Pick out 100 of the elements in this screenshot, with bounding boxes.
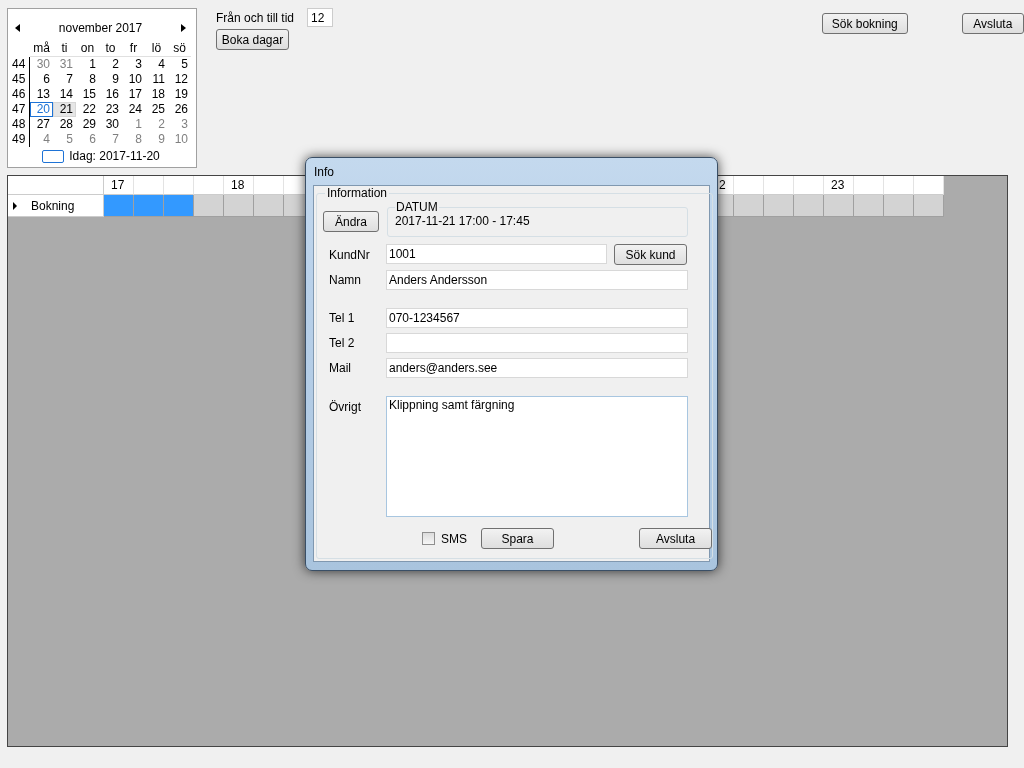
column-header <box>164 176 194 195</box>
row-pointer-icon <box>13 201 17 210</box>
previous-month-arrow-icon[interactable] <box>15 24 20 32</box>
calendar-day[interactable]: 7 <box>53 72 76 87</box>
week-number: 49 <box>12 132 30 147</box>
calendar-day[interactable]: 20 <box>30 102 53 117</box>
date-group-title: DATUM <box>395 200 439 214</box>
calendar-day[interactable]: 17 <box>122 87 145 102</box>
close-button[interactable]: Avsluta <box>639 528 712 549</box>
customer-number-field[interactable]: 1001 <box>386 244 607 264</box>
row-label: Bokning <box>31 198 75 213</box>
calendar-day[interactable]: 25 <box>145 102 168 117</box>
notes-field[interactable]: Klippning samt färgning <box>386 396 688 517</box>
book-days-button[interactable]: Boka dagar <box>216 29 289 50</box>
calendar-day[interactable]: 13 <box>30 87 53 102</box>
calendar-day[interactable]: 6 <box>30 72 53 87</box>
hour-header: 23 <box>824 176 854 195</box>
calendar-day[interactable]: 4 <box>145 57 168 72</box>
row-header[interactable]: Bokning <box>8 195 104 217</box>
time-range-field[interactable]: 12 <box>307 8 334 27</box>
week-number: 48 <box>12 117 30 132</box>
month-title: november 2017 <box>58 21 143 35</box>
calendar-day[interactable]: 7 <box>99 132 122 147</box>
week-number: 47 <box>12 102 30 117</box>
email-field[interactable]: anders@anders.see <box>386 358 688 378</box>
calendar-day[interactable]: 28 <box>53 117 76 132</box>
save-button[interactable]: Spara <box>481 528 554 549</box>
column-header <box>884 176 914 195</box>
week-number: 46 <box>12 87 30 102</box>
sms-label: SMS <box>441 531 467 546</box>
weekday-label: må <box>30 40 53 57</box>
calendar-day[interactable]: 16 <box>99 87 122 102</box>
next-month-arrow-icon[interactable] <box>181 24 186 32</box>
calendar-day[interactable]: 30 <box>99 117 122 132</box>
calendar-day[interactable]: 3 <box>168 117 191 132</box>
field-label: Tel 1 <box>329 311 356 325</box>
calendar-day[interactable]: 23 <box>99 102 122 117</box>
week-number: 44 <box>12 57 30 72</box>
calendar-day[interactable]: 9 <box>99 72 122 87</box>
weekday-label: sö <box>168 40 191 57</box>
calendar-day[interactable]: 1 <box>122 117 145 132</box>
calendar-day[interactable]: 8 <box>76 72 99 87</box>
date-value: 2017-11-21 17:00 - 17:45 <box>395 214 530 228</box>
time-range-label: Från och till tid <box>216 10 295 25</box>
calendar-day[interactable]: 5 <box>168 57 191 72</box>
column-header <box>914 176 944 195</box>
field-label: Mail <box>329 361 352 375</box>
weekday-label: lö <box>145 40 168 57</box>
column-header <box>194 176 224 195</box>
column-header <box>734 176 764 195</box>
sms-checkbox[interactable] <box>422 532 435 545</box>
field-label: Övrigt <box>329 399 362 414</box>
today-marker-icon <box>42 149 65 163</box>
field-label: KundNr <box>329 247 371 262</box>
calendar-day[interactable]: 22 <box>76 102 99 117</box>
column-header <box>794 176 824 195</box>
calendar-day[interactable]: 15 <box>76 87 99 102</box>
search-customer-button[interactable]: Sök kund <box>614 244 687 265</box>
calendar-day[interactable]: 6 <box>76 132 99 147</box>
calendar-day[interactable]: 18 <box>145 87 168 102</box>
dialog-title: Info <box>314 165 334 179</box>
column-header <box>854 176 884 195</box>
calendar-day[interactable]: 11 <box>145 72 168 87</box>
calendar-day[interactable]: 1 <box>76 57 99 72</box>
calendar-day[interactable]: 21 <box>53 102 76 117</box>
column-header <box>134 176 164 195</box>
phone-field[interactable]: 070-1234567 <box>386 308 688 328</box>
week-number: 45 <box>12 72 30 87</box>
calendar-day[interactable]: 29 <box>76 117 99 132</box>
calendar-day[interactable]: 2 <box>145 117 168 132</box>
calendar-day[interactable]: 31 <box>53 57 76 72</box>
calendar-day[interactable]: 2 <box>99 57 122 72</box>
edit-button[interactable]: Ändra <box>323 211 379 232</box>
calendar-day[interactable]: 4 <box>30 132 53 147</box>
field-label: Tel 2 <box>329 336 356 350</box>
calendar-day[interactable]: 3 <box>122 57 145 72</box>
calendar-day[interactable]: 5 <box>53 132 76 147</box>
hour-header: 18 <box>224 176 254 195</box>
calendar-day[interactable]: 14 <box>53 87 76 102</box>
calendar-day[interactable]: 10 <box>168 132 191 147</box>
calendar-day[interactable]: 19 <box>168 87 191 102</box>
calendar-day[interactable]: 12 <box>168 72 191 87</box>
group-title: Information <box>326 186 389 200</box>
calendar-day[interactable]: 24 <box>122 102 145 117</box>
phone-field[interactable] <box>386 333 688 353</box>
calendar-day[interactable]: 10 <box>122 72 145 87</box>
today-link[interactable]: Idag: 2017-11-20 <box>69 149 160 163</box>
field-label: Namn <box>329 273 362 287</box>
calendar-day[interactable]: 9 <box>145 132 168 147</box>
weekday-label: fr <box>122 40 145 57</box>
weekday-label: ti <box>53 40 76 57</box>
calendar-day[interactable]: 27 <box>30 117 53 132</box>
name-field[interactable]: Anders Andersson <box>386 270 688 290</box>
calendar-day[interactable]: 26 <box>168 102 191 117</box>
weekday-label: on <box>76 40 99 57</box>
calendar-day[interactable]: 8 <box>122 132 145 147</box>
exit-button[interactable]: Avsluta <box>961 13 1024 34</box>
search-booking-button[interactable]: Sök bokning <box>822 13 908 34</box>
column-header <box>764 176 794 195</box>
calendar-day[interactable]: 30 <box>30 57 53 72</box>
